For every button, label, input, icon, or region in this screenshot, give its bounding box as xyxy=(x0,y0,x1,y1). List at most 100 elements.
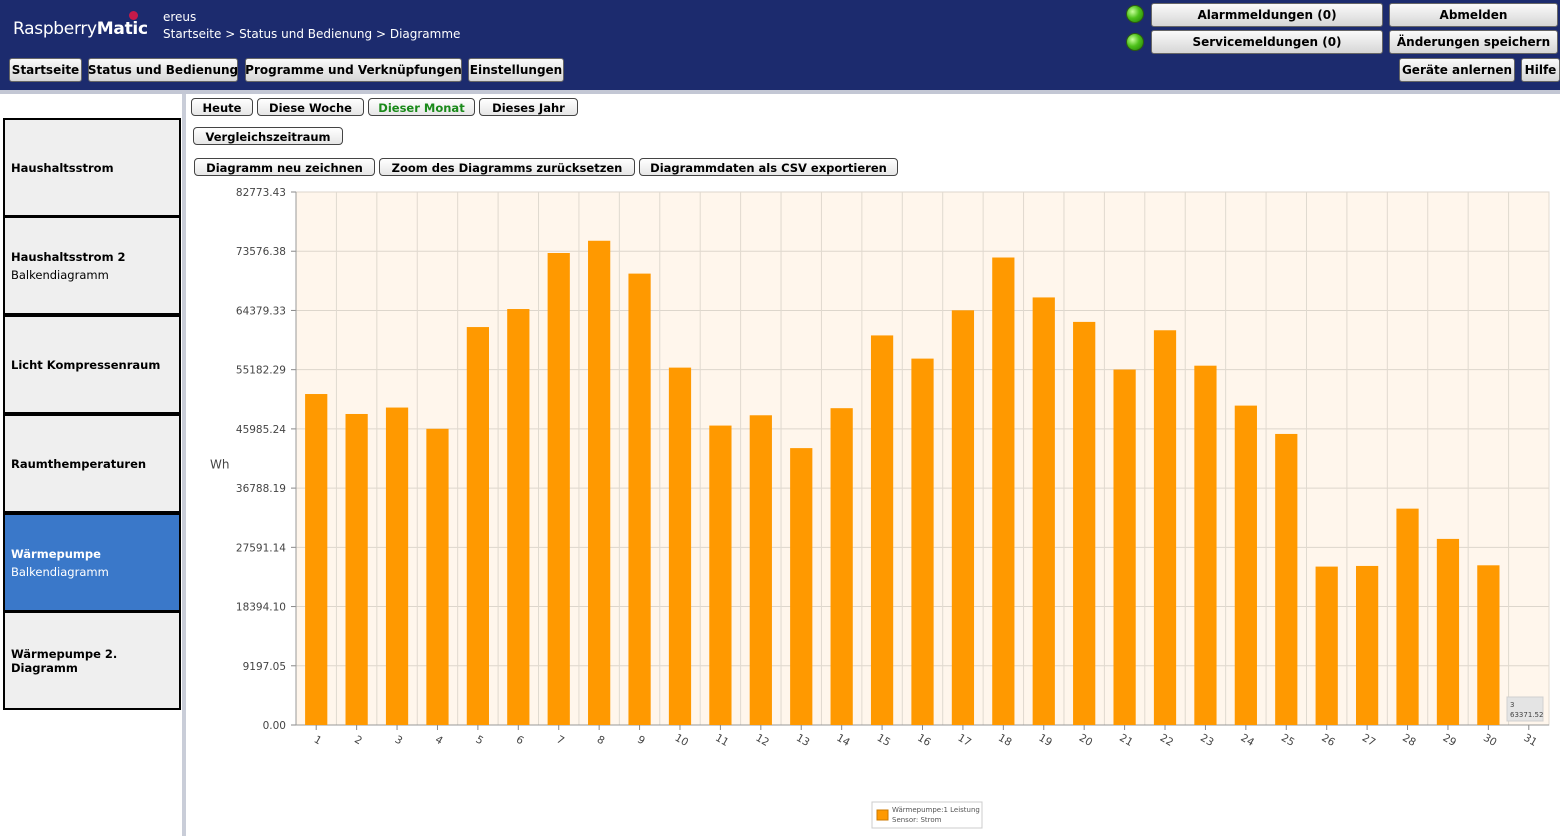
chart-bar[interactable] xyxy=(547,253,570,725)
chart-bar[interactable] xyxy=(951,310,975,725)
chart-bar[interactable] xyxy=(1194,365,1217,725)
chart-bar[interactable] xyxy=(507,309,530,725)
sidebar-item-haushaltsstrom-2[interactable]: Haushaltsstrom 2 Balkendiagramm xyxy=(3,216,181,315)
breadcrumb: Startseite > Status und Bedienung > Diag… xyxy=(163,27,461,41)
x-tick-label: 28 xyxy=(1400,732,1418,749)
logout-button[interactable]: Abmelden xyxy=(1389,3,1558,27)
y-tick-label: 0.00 xyxy=(263,720,286,732)
chart-bar[interactable] xyxy=(1396,508,1419,725)
alarm-messages-button[interactable]: Alarmmeldungen (0) xyxy=(1151,3,1383,27)
energy-bar-chart[interactable]: 0.009197.0518394.1027591.1436788.1945985… xyxy=(188,180,1558,836)
reset-zoom-button[interactable]: Zoom des Diagramms zurücksetzen xyxy=(379,158,635,176)
x-tick-label: 24 xyxy=(1239,732,1257,749)
sidebar-item-waermepumpe[interactable]: Wärmepumpe Balkendiagramm xyxy=(3,513,181,612)
chart-bar[interactable] xyxy=(385,407,409,725)
chart-bar[interactable] xyxy=(668,367,692,725)
y-tick-label: 82773.43 xyxy=(236,187,286,199)
x-tick-label: 10 xyxy=(673,732,691,749)
nav-programme-und-verknuepfungen[interactable]: Programme und Verknüpfungen xyxy=(245,58,462,82)
diagram-sidebar: Haushaltsstrom Haushaltsstrom 2 Balkendi… xyxy=(0,94,186,836)
chart-bar[interactable] xyxy=(426,428,449,725)
legend-series-name: Wärmepumpe:1 Leistung xyxy=(892,806,980,814)
chart-bar[interactable] xyxy=(992,257,1015,725)
sidebar-item-subtitle: Balkendiagramm xyxy=(11,564,109,579)
x-tick-label: 21 xyxy=(1117,732,1135,749)
x-tick-label: 13 xyxy=(794,732,812,749)
chart-bar[interactable] xyxy=(1113,369,1136,725)
x-tick-label: 5 xyxy=(473,734,485,748)
chart-bar[interactable] xyxy=(1153,330,1177,725)
chart-bar[interactable] xyxy=(749,415,772,725)
chart-bar[interactable] xyxy=(911,358,934,725)
sidebar-item-title: Haushaltsstrom xyxy=(11,160,114,175)
sidebar-item-title: Haushaltsstrom 2 xyxy=(11,249,126,264)
chart-bar[interactable] xyxy=(1032,297,1055,725)
nav-status-und-bedienung[interactable]: Status und Bedienung xyxy=(88,58,238,82)
top-header: RaspberryMatic ereus Startseite > Status… xyxy=(0,0,1560,90)
chart-bar[interactable] xyxy=(790,448,813,725)
chart-bar[interactable] xyxy=(1436,538,1460,725)
x-tick-label: 14 xyxy=(834,732,852,749)
chart-bar[interactable] xyxy=(1355,565,1379,725)
sidebar-item-raumthemperaturen[interactable]: Raumthemperaturen xyxy=(3,414,181,513)
x-tick-label: 20 xyxy=(1077,732,1095,749)
range-today-button[interactable]: Heute xyxy=(191,98,253,116)
sidebar-item-licht-kompressenraum[interactable]: Licht Kompressenraum xyxy=(3,315,181,414)
chart-bar[interactable] xyxy=(305,394,328,725)
x-tick-label: 4 xyxy=(433,734,445,748)
tooltip-x-value: 3 xyxy=(1510,701,1514,709)
x-tick-label: 7 xyxy=(554,734,566,748)
breadcrumb-item[interactable]: Status und Bedienung xyxy=(239,27,372,41)
chart-bar[interactable] xyxy=(830,408,853,725)
sidebar-item-title: Licht Kompressenraum xyxy=(11,357,161,372)
x-tick-label: 31 xyxy=(1521,732,1539,749)
teach-devices-button[interactable]: Geräte anlernen xyxy=(1399,58,1515,82)
x-tick-label: 6 xyxy=(514,734,526,748)
chart-bar[interactable] xyxy=(1275,433,1298,725)
nav-einstellungen[interactable]: Einstellungen xyxy=(468,58,564,82)
raspberrymatic-logo: RaspberryMatic xyxy=(13,11,148,39)
compare-period-button[interactable]: Vergleichszeitraum xyxy=(193,127,343,145)
range-year-button[interactable]: Dieses Jahr xyxy=(479,98,578,116)
chart-tooltip: 3 63371.52 xyxy=(1506,696,1544,722)
chart-bar[interactable] xyxy=(588,240,611,725)
help-button[interactable]: Hilfe xyxy=(1521,58,1560,82)
tooltip-y-value: 63371.52 xyxy=(1510,711,1543,719)
y-tick-label: 9197.05 xyxy=(243,661,286,673)
chart-bar[interactable] xyxy=(709,425,732,725)
chart-bar[interactable] xyxy=(1234,405,1257,725)
x-tick-label: 30 xyxy=(1481,732,1499,749)
raspberry-icon xyxy=(129,11,138,20)
sidebar-item-waermepumpe-2[interactable]: Wärmepumpe 2. Diagramm xyxy=(3,611,181,710)
y-tick-label: 27591.14 xyxy=(236,542,286,554)
y-tick-label: 64379.33 xyxy=(236,305,286,317)
sidebar-item-haushaltsstrom[interactable]: Haushaltsstrom xyxy=(3,118,181,217)
legend-sensor-name: Sensor: Strom xyxy=(892,816,942,824)
x-tick-label: 11 xyxy=(713,732,731,749)
chart-bar[interactable] xyxy=(345,413,368,725)
sidebar-item-title: Wärmepumpe xyxy=(11,546,101,561)
chart-legend: Wärmepumpe:1 Leistung Sensor: Strom xyxy=(871,801,983,829)
range-month-button[interactable]: Dieser Monat xyxy=(368,98,475,116)
range-week-button[interactable]: Diese Woche xyxy=(257,98,364,116)
chart-bar[interactable] xyxy=(870,335,894,725)
chart-bar[interactable] xyxy=(628,273,651,725)
nav-startseite[interactable]: Startseite xyxy=(9,58,82,82)
breadcrumb-item: Diagramme xyxy=(389,27,461,41)
chart-bar[interactable] xyxy=(1315,566,1338,725)
chart-bar[interactable] xyxy=(466,327,490,725)
x-tick-label: 19 xyxy=(1036,732,1054,749)
chart-bar[interactable] xyxy=(1477,565,1500,725)
export-csv-button[interactable]: Diagrammdaten als CSV exportieren xyxy=(639,158,898,176)
redraw-chart-button[interactable]: Diagramm neu zeichnen xyxy=(194,158,375,176)
breadcrumb-item[interactable]: Startseite xyxy=(163,27,221,41)
x-tick-label: 3 xyxy=(393,734,405,748)
x-tick-label: 29 xyxy=(1441,732,1459,749)
chart-bar[interactable] xyxy=(1073,321,1096,725)
x-tick-label: 16 xyxy=(915,732,933,749)
y-tick-label: 55182.29 xyxy=(236,365,286,377)
x-tick-label: 23 xyxy=(1198,732,1216,749)
service-messages-button[interactable]: Servicemeldungen (0) xyxy=(1151,30,1383,54)
x-tick-label: 1 xyxy=(312,734,324,748)
save-changes-button[interactable]: Änderungen speichern xyxy=(1389,30,1558,54)
